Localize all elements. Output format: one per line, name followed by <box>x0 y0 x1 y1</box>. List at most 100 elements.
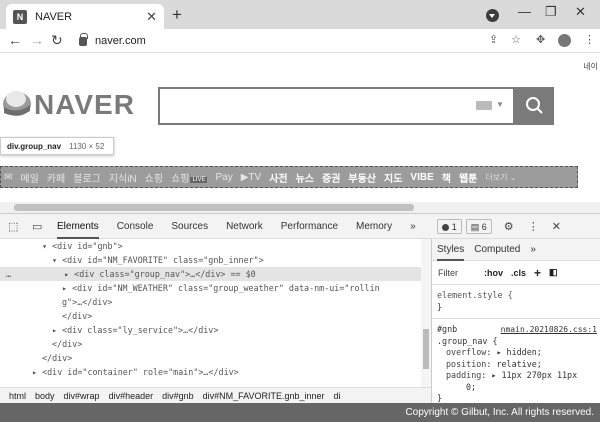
nav-item-pay[interactable]: Pay <box>215 172 232 183</box>
element-style-rule[interactable]: element.style { <box>432 290 600 302</box>
back-icon[interactable]: ← <box>8 32 22 48</box>
crumb-nm-favorite[interactable]: div#NM_FAVORITE.gnb_inner <box>203 391 325 401</box>
keyboard-icon[interactable] <box>476 101 492 110</box>
tab-computed[interactable]: Computed <box>474 239 520 261</box>
nav-item-realestate[interactable]: 부동산 <box>348 170 376 185</box>
maximize-icon[interactable]: ❐ <box>545 4 557 20</box>
prop-name: overflow <box>446 347 487 357</box>
new-tab-icon[interactable]: + <box>172 5 182 25</box>
dom-node-group-nav-selected[interactable]: … ▸ <div class="group_nav">…</div> == $0 <box>0 267 431 281</box>
tab-styles[interactable]: Styles <box>437 239 465 261</box>
toggle-sidebar-icon[interactable]: ◧ <box>549 267 558 278</box>
nav-item-tv[interactable]: ▶TV <box>241 172 261 183</box>
css-prop-position[interactable]: position: relative; <box>432 359 600 371</box>
crumb-header[interactable]: div#header <box>109 391 154 401</box>
more-tabs-icon[interactable]: » <box>410 214 416 239</box>
tab-console[interactable]: Console <box>117 214 154 239</box>
dom-node-nm-weather[interactable]: ▸ <div id="NM_WEATHER" class="group_weat… <box>0 281 431 295</box>
browser-menu-icon[interactable]: ⋮ <box>584 33 595 46</box>
dom-node-container[interactable]: ▸ <div id="container" role="main">…</div… <box>0 365 431 379</box>
cls-toggle[interactable]: .cls <box>511 268 526 278</box>
keyboard-dropdown-icon[interactable]: ▼ <box>496 100 504 109</box>
dom-node-close-header[interactable]: </div> <box>0 351 431 365</box>
search-input[interactable]: ▼ <box>158 87 554 125</box>
tab-elements[interactable]: Elements <box>57 214 99 239</box>
dom-node-gnb[interactable]: ▾ <div id="gnb"> <box>0 239 431 253</box>
css-prop-overflow[interactable]: overflow: ▸ hidden; <box>432 347 600 359</box>
elements-vertical-scrollbar[interactable] <box>421 239 431 387</box>
close-tab-icon[interactable]: ✕ <box>146 9 157 25</box>
nav-item-book[interactable]: 책 <box>442 170 451 185</box>
crumb-wrap[interactable]: div#wrap <box>64 391 100 401</box>
nav-item-vibe[interactable]: VIBE <box>410 172 433 183</box>
browser-toolbar: ← → ↻ naver.com ⇪ ☆ ✥ ⋮ <box>0 29 600 53</box>
tab-strip: N NAVER ✕ + — ❐ ✕ <box>0 0 600 29</box>
styles-filter-input[interactable]: Filter <box>438 268 472 278</box>
css-prop-padding[interactable]: padding: ▸ 11px 270px 11px <box>432 370 600 382</box>
share-icon[interactable]: ⇪ <box>489 33 498 46</box>
browser-tab[interactable]: N NAVER ✕ <box>6 4 164 29</box>
nav-item-cafe[interactable]: 카페 <box>47 170 65 185</box>
crumb-body[interactable]: body <box>35 391 55 401</box>
bookmark-star-icon[interactable]: ☆ <box>511 33 521 46</box>
rule-selector-group-nav[interactable]: .group_nav { <box>432 336 600 348</box>
tab-performance[interactable]: Performance <box>281 214 338 239</box>
tab-sources[interactable]: Sources <box>171 214 208 239</box>
language-link[interactable]: 네이 <box>583 61 598 72</box>
elements-tree[interactable]: ▾ <div id="gnb"> ▾ <div id="NM_FAVORITE"… <box>0 239 431 387</box>
rule-selector-gnb: #gnb nmain.20210826.css:1 <box>432 324 600 336</box>
styles-more-icon[interactable]: » <box>530 239 536 261</box>
dom-node-close-favorite[interactable]: </div> <box>0 309 431 323</box>
mail-icon[interactable]: ✉ <box>4 172 12 183</box>
crumb-gnb[interactable]: div#gnb <box>162 391 194 401</box>
message-icon: ▤ <box>470 221 482 232</box>
elements-scrollbar-thumb[interactable] <box>423 329 429 369</box>
search-icon <box>526 97 543 114</box>
profile-avatar-icon[interactable] <box>558 34 571 47</box>
tab-memory[interactable]: Memory <box>356 214 392 239</box>
extensions-icon[interactable]: ✥ <box>536 33 545 46</box>
settings-gear-icon[interactable]: ⚙ <box>504 220 520 233</box>
dom-node-close-gnb[interactable]: </div> <box>0 337 431 351</box>
message-count-badge[interactable]: ▤ 6 <box>465 218 492 234</box>
rule-selector-1[interactable]: #gnb <box>437 324 457 334</box>
dom-node-ly-service[interactable]: ▸ <div class="ly_service">…</div> <box>0 323 431 337</box>
nav-item-kin[interactable]: 지식iN <box>109 170 137 185</box>
dom-node-nm-favorite[interactable]: ▾ <div id="NM_FAVORITE" class="gnb_inner… <box>0 253 431 267</box>
forward-icon[interactable]: → <box>30 32 44 48</box>
hov-toggle[interactable]: :hov <box>484 268 503 278</box>
close-window-icon[interactable]: ✕ <box>575 4 586 20</box>
devtools-menu-icon[interactable]: ⋮ <box>528 220 544 233</box>
tooltip-size: 1130 × 52 <box>69 141 105 151</box>
more-menu-button[interactable]: 더보기 ⌄ <box>485 172 516 183</box>
nav-item-shopping-live[interactable]: 쇼핑 LIVE <box>171 170 208 185</box>
reload-icon[interactable]: ↻ <box>51 32 63 49</box>
nav-item-map[interactable]: 지도 <box>384 170 402 185</box>
tab-network[interactable]: Network <box>226 214 263 239</box>
group-nav-highlighted: ✉ 메일 카페 블로그 지식iN 쇼핑 쇼핑 LIVE Pay ▶TV 사전 뉴스… <box>0 166 578 188</box>
error-count-badge[interactable]: 1 <box>436 218 462 234</box>
close-devtools-icon[interactable]: ✕ <box>552 220 568 233</box>
nav-item-mail[interactable]: 메일 <box>20 170 38 185</box>
search-button[interactable] <box>515 87 554 125</box>
crumb-div[interactable]: di <box>334 391 341 401</box>
css-rules: element.style { } #gnb nmain.20210826.cs… <box>432 290 600 405</box>
crumb-html[interactable]: html <box>9 391 26 401</box>
naver-logo[interactable]: NAVER <box>34 89 135 121</box>
address-bar[interactable]: naver.com <box>73 31 473 51</box>
add-rule-icon[interactable]: + <box>534 266 541 280</box>
nav-item-dictionary[interactable]: 사전 <box>269 170 287 185</box>
nav-item-webtoon[interactable]: 웹툰 <box>459 170 477 185</box>
inspect-element-icon[interactable]: ⬚ <box>8 220 24 233</box>
minimize-icon[interactable]: — <box>518 4 531 19</box>
css-source-link[interactable]: nmain.20210826.css:1 <box>501 324 597 336</box>
nav-item-blog[interactable]: 블로그 <box>73 170 101 185</box>
scrollbar-thumb[interactable] <box>14 204 414 211</box>
nav-item-shopping[interactable]: 쇼핑 <box>145 170 163 185</box>
tab-search-icon[interactable] <box>486 9 499 22</box>
dom-node-nm-weather-cont[interactable]: g">…</div> <box>0 295 431 309</box>
device-toolbar-icon[interactable]: ▭ <box>32 220 48 233</box>
horizontal-scrollbar[interactable] <box>0 202 600 213</box>
nav-item-stock[interactable]: 증권 <box>322 170 340 185</box>
nav-item-news[interactable]: 뉴스 <box>296 170 314 185</box>
